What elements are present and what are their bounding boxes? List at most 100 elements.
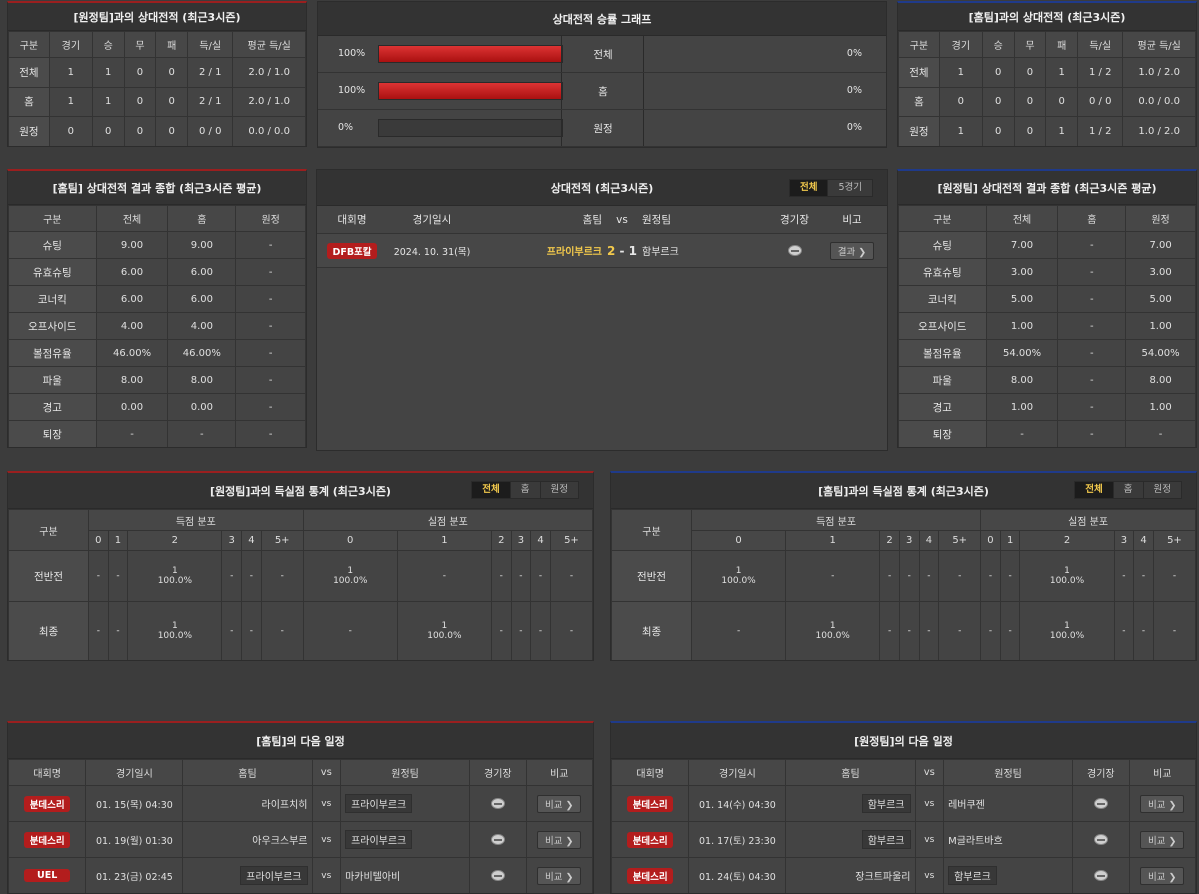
cell-value: 8.00 [167, 366, 237, 394]
table-header-row: 구분 전체 홈 원정 [8, 205, 306, 232]
home-team[interactable]: 아우크스부르 [252, 836, 307, 847]
competition-badge: 분데스리 [627, 831, 674, 848]
cell-value: 54.00% [985, 339, 1059, 367]
table-row: 오프사이드 1.00-1.00 [898, 312, 1196, 340]
cell-value: - [530, 601, 551, 660]
schedule-row: 분데스리 01. 19(월) 01:30 아우크스부르 vs 프라이부르크 비교 ❯ [8, 821, 593, 858]
cell-count: - [1172, 626, 1177, 636]
cell-value: - [530, 550, 551, 602]
cell-value: - [938, 550, 982, 602]
away-team[interactable]: 함부르크 [642, 243, 767, 258]
col-header: vs [311, 759, 342, 786]
next-schedule-away-panel: [원정팀]의 다음 일정 대회명 경기일시 홈팀 vs 원정팀 경기장 비교 분데스리 01. … [610, 721, 1197, 894]
match-date: 01. 15(목) 04:30 [85, 785, 184, 822]
vs-label: vs [311, 821, 342, 858]
cell-count: - [499, 571, 503, 581]
next-away-table: 대회명 경기일시 홈팀 vs 원정팀 경기장 비교 분데스리 01. 14(수) 04:30 함부… [611, 759, 1196, 893]
competition-badge: 분데스리 [24, 795, 71, 812]
cell-value: - [221, 550, 243, 602]
col-header: 홈 [167, 205, 237, 232]
table-row: 홈00000 / 0 0.0 / 0.0 [898, 86, 1196, 117]
left-bar [378, 45, 563, 63]
result-button[interactable]: 결과 ❯ [829, 241, 875, 260]
home-team[interactable]: 프라이부르크 [477, 243, 602, 258]
tab-away[interactable]: 원정 [541, 482, 578, 498]
cell-value: - [898, 601, 920, 660]
row-label: 전체 [8, 57, 50, 88]
cell-value: 1 / 2 [1077, 116, 1124, 146]
cell-count: 1 [171, 566, 178, 576]
schedule-row: 분데스리 01. 17(토) 23:30 함부르크 vs M글라트바흐 비교 ❯ [611, 821, 1196, 858]
cell-value: - [980, 550, 1001, 602]
home-team[interactable]: 장크트파울리 [855, 872, 910, 883]
cell-count: - [1141, 571, 1146, 581]
away-team[interactable]: 마카비텔아비 [345, 872, 400, 883]
col-header: 무 [123, 31, 157, 58]
panel-title: 상대전적 승률 그래프 [318, 2, 886, 36]
goals-away-table: 구분 득점 분포 실점 분포 0 1 2 3 4 5+ 0 1 2 3 4 5+ 전반전 - -1 100.0% - -… [8, 509, 593, 660]
h2h-away-table: 구분 경기 승 무 패 득/실 평균 득/실 전체 1 1 0 0 2 / 1 2.0 / 1.0 홈 1 1 0… [8, 31, 306, 146]
col-home: 홈팀 [582, 214, 602, 226]
compare-button[interactable]: 비교 ❯ [1140, 866, 1185, 885]
tab-away[interactable]: 원정 [1144, 482, 1181, 498]
panel-title: 상대전적 (최근3시즌) 전체 5경기 [317, 170, 887, 206]
col-comp: 대회명 [337, 214, 367, 226]
cell-value: 0 [48, 116, 93, 146]
tab-home[interactable]: 홈 [511, 482, 541, 498]
cell-value: - [1057, 312, 1127, 340]
schedule-row: UEL 01. 23(금) 02:45 프라이부르크 vs 마카비텔아비 비교 ❯ [8, 857, 593, 893]
match-date: 01. 19(월) 01:30 [85, 821, 184, 858]
compare-button[interactable]: 비교 ❯ [537, 866, 582, 885]
away-team[interactable]: M글라트바흐 [948, 836, 1003, 847]
cell-value: 4.00 [95, 312, 169, 340]
tab-all[interactable]: 전체 [1075, 482, 1114, 498]
cell-value: - [1113, 550, 1135, 602]
cell-value: 1 [91, 57, 125, 88]
divider [643, 36, 644, 72]
compare-button[interactable]: 비교 ❯ [537, 830, 582, 849]
tab-5-games[interactable]: 5경기 [828, 180, 872, 196]
cell-value: - [1057, 420, 1127, 447]
cell-value: 4.00 [167, 312, 237, 340]
cell-count: - [116, 626, 120, 636]
panel-title: [홈팀]과의 상대전적 (최근3시즌) [898, 3, 1196, 31]
cell-value: 1 [48, 86, 93, 117]
cell-value: 6.00 [167, 258, 237, 286]
compare-button[interactable]: 비교 ❯ [1140, 794, 1185, 813]
home-team[interactable]: 라이프치히 [262, 800, 308, 811]
panel-title: [원정팀] 상대전적 결과 종합 (최근3시즌 평균) [898, 171, 1196, 205]
home-team[interactable]: 프라이부르크 [240, 866, 308, 885]
compare-button[interactable]: 비교 ❯ [1140, 830, 1185, 849]
cell-value: - [879, 601, 900, 660]
cell-value: - [918, 601, 940, 660]
cell-value: - [235, 258, 306, 286]
stadium-icon [490, 797, 505, 809]
cell-value: - [235, 312, 306, 340]
away-team[interactable]: 프라이부르크 [345, 794, 413, 813]
tab-all[interactable]: 전체 [789, 180, 829, 196]
panel-title: [홈팀]과의 득실점 통계 (최근3시즌) [818, 484, 989, 498]
home-team[interactable]: 함부르크 [861, 794, 911, 813]
cell-value: 54.00% [1125, 339, 1196, 367]
table-row: 원정 1 0 0 1 1 / 2 1.0 / 2.0 [898, 116, 1196, 146]
cell-value: - [490, 601, 512, 660]
h2h-record-panel: 상대전적 (최근3시즌) 전체 5경기 대회명 경기일시 홈팀 vs 원정팀 경… [316, 169, 888, 451]
goal-count-header: 0 [302, 530, 398, 551]
away-team[interactable]: 함부르크 [948, 866, 997, 885]
tab-home[interactable]: 홈 [1114, 482, 1144, 498]
cell-percent: 100.0% [1049, 631, 1085, 641]
away-team[interactable]: 프라이부르크 [345, 830, 413, 849]
stadium-icon [787, 244, 802, 256]
cell-count: - [1172, 571, 1177, 581]
cell-value: 1 [938, 116, 983, 146]
cell-count: - [280, 626, 284, 636]
home-team[interactable]: 함부르크 [861, 830, 911, 849]
tab-all[interactable]: 전체 [472, 482, 511, 498]
col-header: 비교 [525, 759, 593, 786]
away-team[interactable]: 레버쿠젠 [948, 800, 985, 811]
compare-button[interactable]: 비교 ❯ [537, 794, 582, 813]
cell-value: - [1057, 393, 1127, 421]
col-header: 원정 [1125, 205, 1196, 232]
match-date: 01. 24(토) 04:30 [688, 857, 787, 893]
cell-value: - [1057, 258, 1127, 286]
